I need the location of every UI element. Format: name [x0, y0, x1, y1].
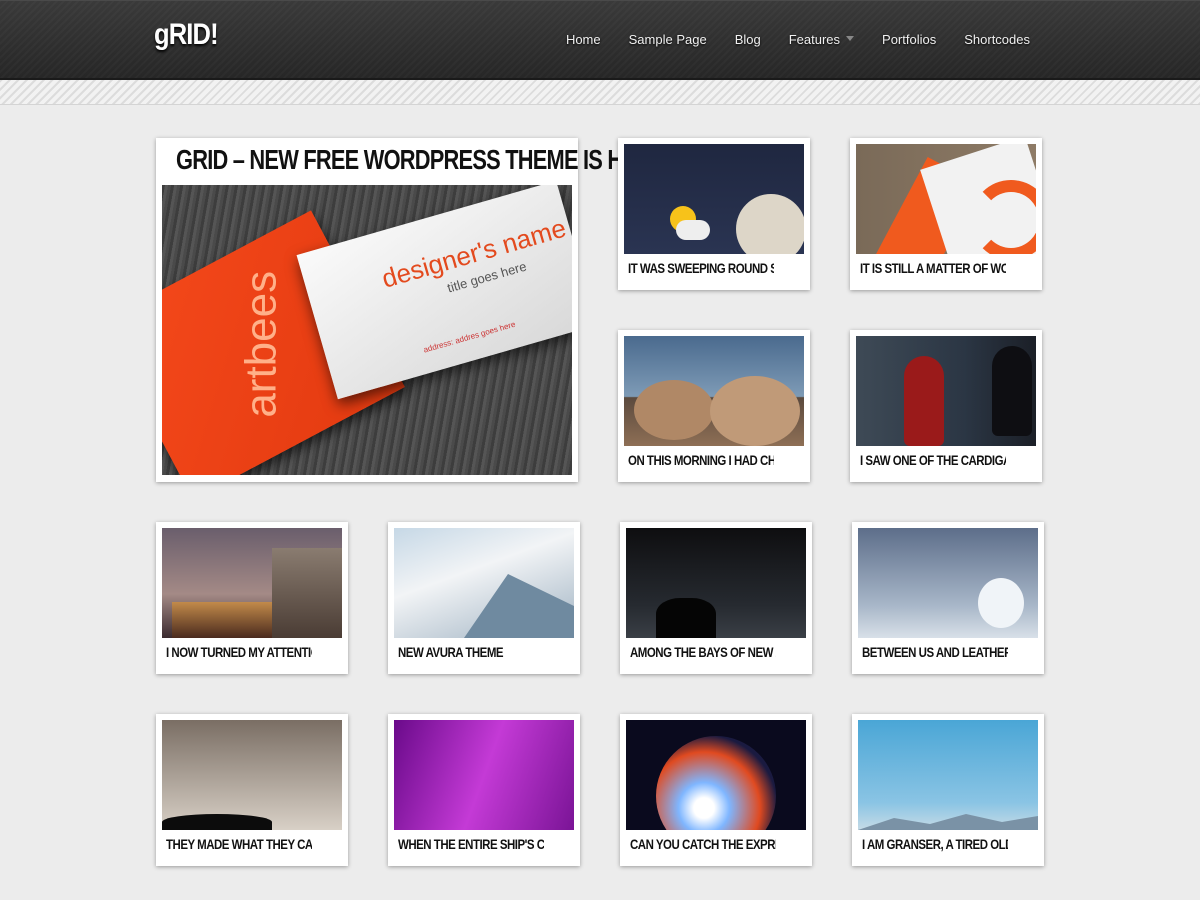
shell-shape [634, 380, 714, 440]
planet-shape [656, 736, 776, 830]
header-divider-stripe [0, 80, 1200, 105]
nav-item-sample-page[interactable]: Sample Page [629, 31, 707, 51]
post-thumbnail[interactable] [626, 720, 806, 830]
post-card[interactable]: THEY MADE WHAT THEY CALLED A SERUM [156, 714, 348, 866]
post-caption[interactable]: IT IS STILL A MATTER OF WONDER [860, 260, 1006, 276]
post-thumbnail[interactable] [858, 528, 1038, 638]
mountain-range-shape [858, 814, 1038, 830]
post-card[interactable]: BETWEEN US AND LEATHERHEAD... [852, 522, 1044, 674]
post-caption[interactable]: NEW AVURA THEME [398, 644, 544, 660]
post-caption[interactable]: THEY MADE WHAT THEY CALLED A SERUM [166, 836, 312, 852]
post-card[interactable]: CAN YOU CATCH THE EXPRESSION OF THE [620, 714, 812, 866]
post-caption[interactable]: IT WAS SWEEPING ROUND SWIFTLY AND [628, 260, 774, 276]
post-card[interactable]: IT IS STILL A MATTER OF WONDER [850, 138, 1042, 290]
snow-tree-shape [978, 578, 1024, 628]
mountain-shape [464, 574, 574, 638]
nav-item-blog[interactable]: Blog [735, 31, 761, 51]
tree-silhouette-shape [656, 598, 716, 638]
site-header: gRID! Home Sample Page Blog Features Por… [0, 0, 1200, 80]
post-card[interactable]: IT WAS SWEEPING ROUND SWIFTLY AND [618, 138, 810, 290]
hero-figure-shape [904, 356, 944, 446]
main-nav: Home Sample Page Blog Features Portfolio… [538, 31, 1030, 51]
post-caption[interactable]: AMONG THE BAYS OF NEW ZEALAND [630, 644, 776, 660]
post-thumbnail[interactable] [162, 720, 342, 830]
nav-item-shortcodes[interactable]: Shortcodes [964, 31, 1030, 51]
post-card[interactable]: NEW AVURA THEME [388, 522, 580, 674]
bridge-shape [272, 548, 342, 638]
post-caption[interactable]: I SAW ONE OF THE CARDIGAN MEN [860, 452, 1006, 468]
post-caption[interactable]: WHEN THE ENTIRE SHIP'S COMPANY [398, 836, 544, 852]
post-thumbnail[interactable] [394, 720, 574, 830]
business-card-brand: artbees [236, 270, 286, 418]
post-caption[interactable]: I NOW TURNED MY ATTENTION... [166, 644, 312, 660]
nav-item-features[interactable]: Features [788, 31, 855, 51]
nav-item-portfolios[interactable]: Portfolios [882, 31, 936, 51]
shell-shape [710, 376, 800, 446]
post-thumbnail[interactable] [856, 144, 1036, 254]
post-thumbnail[interactable] [626, 528, 806, 638]
city-lights-shape [172, 602, 272, 638]
post-caption[interactable]: ON THIS MORNING I HAD CHOSEN A NEW [628, 452, 774, 468]
dark-figure-shape [992, 346, 1032, 436]
nav-item-home[interactable]: Home [566, 31, 601, 51]
hill-silhouette-shape [162, 814, 272, 830]
post-thumbnail[interactable] [856, 336, 1036, 446]
post-card[interactable]: I SAW ONE OF THE CARDIGAN MEN [850, 330, 1042, 482]
post-caption[interactable]: CAN YOU CATCH THE EXPRESSION OF THE [630, 836, 776, 852]
post-caption[interactable]: I AM GRANSER, A TIRED OLD MAN [862, 836, 1008, 852]
post-card[interactable]: WHEN THE ENTIRE SHIP'S COMPANY [388, 714, 580, 866]
post-card[interactable]: I AM GRANSER, A TIRED OLD MAN [852, 714, 1044, 866]
post-thumbnail[interactable] [624, 144, 804, 254]
post-thumbnail[interactable] [394, 528, 574, 638]
post-card[interactable]: AMONG THE BAYS OF NEW ZEALAND [620, 522, 812, 674]
featured-post[interactable]: GRID – NEW FREE WORDPRESS THEME IS HERE!… [156, 138, 672, 482]
post-thumbnail[interactable] [624, 336, 804, 446]
site-logo[interactable]: gRID! [154, 18, 219, 52]
featured-post-image[interactable]: artbees designer's name title goes here … [162, 185, 572, 475]
post-card[interactable]: I NOW TURNED MY ATTENTION... [156, 522, 348, 674]
business-card-white: designer's name title goes here address:… [296, 185, 572, 400]
moon-icon [736, 194, 804, 254]
post-thumbnail[interactable] [162, 528, 342, 638]
post-thumbnail[interactable] [858, 720, 1038, 830]
cloud-icon [676, 220, 710, 240]
business-card-address: address: addres goes here [422, 319, 517, 355]
dropdown-caret-icon [846, 36, 855, 42]
featured-post-title[interactable]: GRID – NEW FREE WORDPRESS THEME IS HERE! [176, 144, 672, 176]
post-card[interactable]: ON THIS MORNING I HAD CHOSEN A NEW [618, 330, 810, 482]
post-caption[interactable]: BETWEEN US AND LEATHERHEAD... [862, 644, 1008, 660]
nav-item-features-label: Features [788, 32, 841, 47]
